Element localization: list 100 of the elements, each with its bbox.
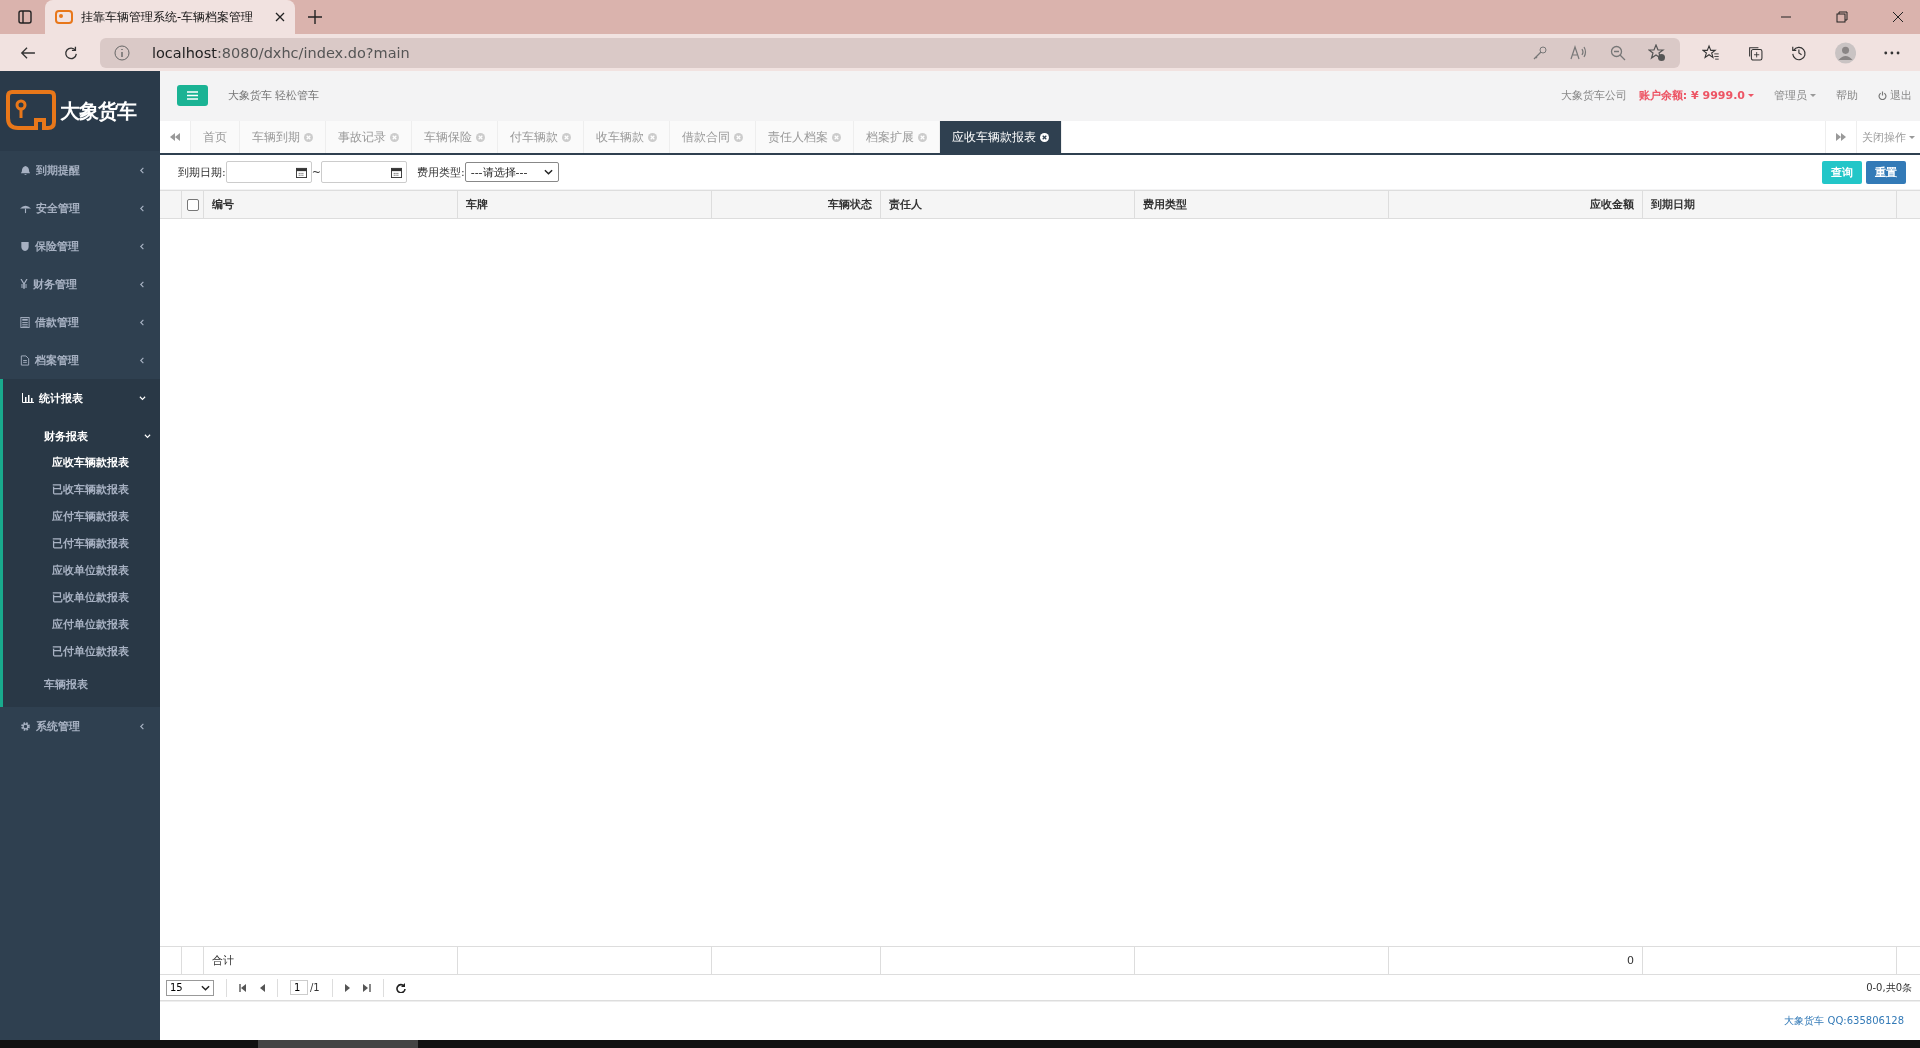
submenu-link[interactable]: 应付车辆款报表 — [3, 503, 160, 530]
column-header[interactable]: 编号 — [212, 197, 234, 212]
reset-button[interactable]: 重置 — [1866, 160, 1906, 184]
menu-item[interactable]: 安全管理 — [0, 189, 160, 227]
date-separator: ~ — [311, 165, 321, 179]
yen-icon — [20, 279, 28, 289]
last-page-icon[interactable] — [362, 983, 371, 992]
slogan: 大象货车 轻松管车 — [228, 87, 320, 103]
calendar-icon[interactable] — [295, 166, 307, 178]
chevron-left-icon — [139, 242, 146, 250]
tab-actions-icon[interactable] — [17, 9, 33, 25]
user-menu[interactable]: 管理员 — [1774, 87, 1816, 103]
column-header[interactable]: 责任人 — [889, 197, 922, 212]
previous-page-icon[interactable] — [259, 983, 265, 992]
favorites-icon[interactable] — [1701, 43, 1720, 62]
refresh-icon[interactable] — [63, 44, 78, 61]
menu-item[interactable]: 借款管理 — [0, 303, 160, 341]
submenu-link[interactable]: 已付车辆款报表 — [3, 530, 160, 557]
menu-item[interactable]: 档案管理 — [0, 341, 160, 379]
favorite-add-icon[interactable] — [1647, 43, 1666, 62]
menu-icon — [187, 90, 198, 100]
logout-link[interactable]: 退出 — [1878, 87, 1912, 103]
chevron-left-icon — [139, 318, 146, 326]
menu-item[interactable]: 保险管理 — [0, 227, 160, 265]
submenu-item[interactable]: 财务报表 — [3, 423, 160, 449]
column-header[interactable]: 费用类型 — [1143, 197, 1187, 212]
chevron-down-icon — [201, 984, 210, 991]
bell-icon — [20, 164, 31, 176]
shield-icon — [20, 240, 30, 252]
select-all-checkbox[interactable] — [186, 198, 199, 211]
submenu-item[interactable]: 车辆报表 — [3, 671, 160, 697]
chevron-left-icon — [139, 166, 146, 174]
browser-tab[interactable]: 挂靠车辆管理系统-车辆档案管理 — [45, 0, 295, 34]
profile-avatar-icon[interactable] — [1835, 40, 1857, 65]
submenu-link[interactable]: 应收单位款报表 — [3, 557, 160, 584]
close-window-icon[interactable] — [1892, 11, 1904, 23]
menu-item[interactable]: 到期提醒 — [0, 151, 160, 189]
back-icon[interactable] — [20, 44, 36, 61]
restore-icon[interactable] — [1836, 11, 1848, 23]
close-icon[interactable] — [1040, 132, 1049, 142]
page-tab[interactable]: 车辆到期 — [240, 121, 326, 153]
new-tab-icon[interactable] — [307, 9, 323, 25]
calendar-icon[interactable] — [390, 166, 402, 178]
chevron-left-icon — [139, 204, 146, 212]
column-header[interactable]: 到期日期 — [1651, 197, 1695, 212]
column-header[interactable]: 车牌 — [466, 197, 488, 212]
submenu-link[interactable]: 已收车辆款报表 — [3, 476, 160, 503]
key-icon[interactable] — [1531, 44, 1548, 61]
chevron-left-icon — [139, 722, 146, 730]
page-tab[interactable]: 借款合同 — [670, 121, 756, 153]
page-tab[interactable]: 责任人档案 — [756, 121, 854, 153]
chevron-down-icon — [144, 432, 151, 440]
submenu-link[interactable]: 应收车辆款报表 — [3, 449, 160, 476]
first-page-icon[interactable] — [239, 983, 247, 992]
elephant-icon — [55, 10, 73, 24]
address-bar[interactable]: localhost:8080/dxhc/index.do?main — [99, 37, 1680, 68]
page-tab[interactable]: 车辆保险 — [412, 121, 498, 153]
page-tab[interactable]: 首页 — [191, 121, 240, 153]
logo: 大象货车 — [0, 71, 160, 151]
help-link[interactable]: 帮助 — [1836, 87, 1858, 103]
page-tab[interactable]: 档案扩展 — [854, 121, 940, 153]
bar-chart-icon — [22, 393, 34, 403]
page-tab[interactable]: 事故记录 — [326, 121, 412, 153]
tab-title: 挂靠车辆管理系统-车辆档案管理 — [81, 9, 255, 25]
chevron-left-icon — [139, 356, 146, 364]
company-name: 大象货车公司 — [1560, 87, 1627, 103]
read-aloud-icon[interactable] — [1569, 44, 1588, 61]
account-balance[interactable]: 账户余额: ¥ 9999.0 — [1638, 87, 1754, 103]
submenu-link[interactable]: 已付单位款报表 — [3, 638, 160, 665]
chevron-left-icon — [139, 280, 146, 288]
column-header[interactable]: 应收金额 — [1590, 197, 1634, 212]
page-tab[interactable]: 付车辆款 — [498, 121, 584, 153]
total-amount: 0 — [1627, 954, 1634, 967]
info-icon[interactable] — [113, 44, 130, 61]
page-size-select[interactable]: 15 — [166, 979, 214, 996]
url-path: :8080/dxhc/index.do?main — [216, 44, 410, 61]
submenu-link[interactable]: 已收单位款报表 — [3, 584, 160, 611]
menu-item[interactable]: 系统管理 — [0, 707, 160, 745]
menu-item[interactable]: 财务管理 — [0, 265, 160, 303]
power-icon — [1878, 90, 1887, 100]
next-page-icon[interactable] — [344, 983, 351, 992]
fee-type-select[interactable]: ---请选择--- — [464, 162, 559, 182]
page-tab[interactable]: 收车辆款 — [584, 121, 670, 153]
page-number-field[interactable]: 1 — [290, 980, 308, 995]
start-date-field[interactable] — [225, 161, 312, 183]
zoom-out-icon[interactable] — [1609, 44, 1626, 61]
more-icon[interactable] — [1884, 50, 1900, 55]
page-tab[interactable]: 应收车辆款报表 — [940, 121, 1062, 153]
close-icon[interactable] — [275, 12, 285, 22]
refresh-icon[interactable] — [395, 982, 406, 993]
double-right-icon — [1836, 133, 1846, 141]
fee-type-label: 费用类型: — [416, 164, 465, 180]
footer-contact: 大象货车 QQ:635806128 — [1784, 1014, 1904, 1028]
menu-item[interactable]: 统计报表 — [3, 379, 160, 417]
column-header[interactable]: 车辆状态 — [828, 197, 872, 212]
submenu-link[interactable]: 应付单位款报表 — [3, 611, 160, 638]
gear-icon — [20, 720, 31, 732]
calculator-icon — [20, 316, 30, 328]
total-pages: /1 — [310, 982, 320, 993]
end-date-field[interactable] — [320, 161, 407, 183]
